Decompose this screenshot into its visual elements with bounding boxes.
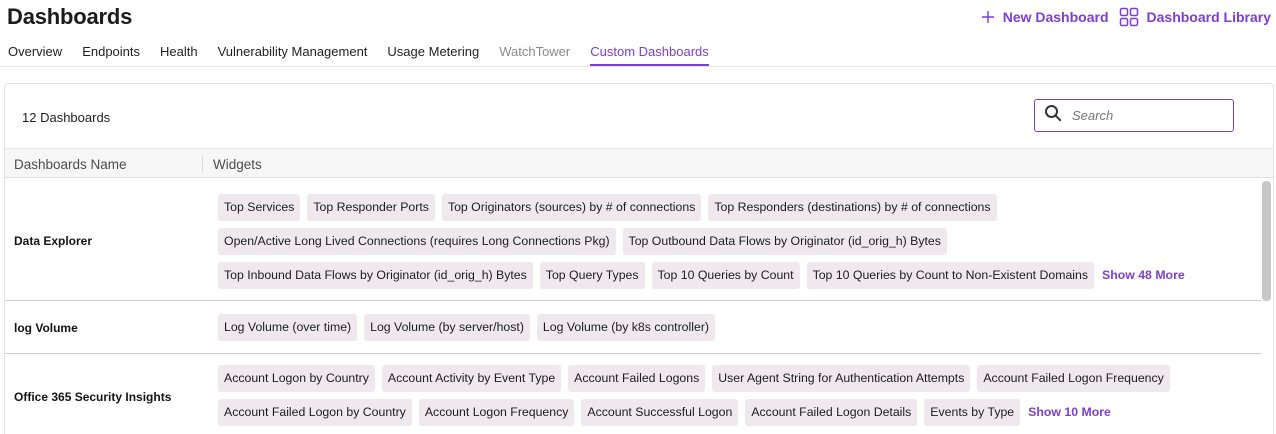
widget-chip[interactable]: Account Logon Frequency	[418, 399, 575, 426]
dashboard-library-label: Dashboard Library	[1146, 9, 1271, 25]
widget-chip[interactable]: Account Logon by Country	[218, 365, 375, 392]
widget-chip[interactable]: Account Failed Logon by Country	[218, 399, 412, 426]
widget-chip[interactable]: Events by Type	[924, 399, 1021, 426]
dashboards-panel: 12 Dashboards Dashboards Name Widgets Da…	[4, 83, 1274, 434]
plus-icon	[981, 10, 995, 24]
widget-chip[interactable]: Account Activity by Event Type	[381, 365, 562, 392]
new-dashboard-label: New Dashboard	[1002, 9, 1109, 25]
dashboard-name[interactable]: Data Explorer	[14, 234, 92, 248]
widget-chip[interactable]: Account Failed Logons	[568, 365, 706, 392]
widget-chip[interactable]: Top Query Types	[539, 262, 645, 289]
table-row[interactable]: Data Explorer Top Services Top Responder…	[5, 179, 1261, 301]
table-row[interactable]: log Volume Log Volume (over time) Log Vo…	[5, 302, 1261, 354]
tab-watchtower[interactable]: WatchTower	[499, 44, 570, 66]
widget-list: Account Logon by Country Account Activit…	[218, 365, 1248, 426]
vertical-scrollbar[interactable]	[1262, 181, 1271, 301]
widget-chip[interactable]: Account Failed Logon Frequency	[977, 365, 1170, 392]
dashboard-name[interactable]: Office 365 Security Insights	[14, 390, 171, 404]
dashboard-name[interactable]: log Volume	[14, 321, 78, 335]
table-row[interactable]: Office 365 Security Insights Account Log…	[5, 355, 1261, 434]
header-actions: New Dashboard Dashboard Library	[981, 7, 1271, 27]
tab-custom-dashboards[interactable]: Custom Dashboards	[590, 44, 709, 66]
widget-chip[interactable]: Account Successful Logon	[581, 399, 739, 426]
show-more-link[interactable]: Show 48 More	[1101, 262, 1185, 289]
tab-usage-metering[interactable]: Usage Metering	[387, 44, 479, 66]
widget-chip[interactable]: Log Volume (by server/host)	[364, 314, 530, 341]
column-header-widgets: Widgets	[213, 157, 262, 172]
widget-chip[interactable]: Top 10 Queries by Count	[651, 262, 800, 289]
widget-chip[interactable]: Log Volume (by k8s controller)	[536, 314, 716, 341]
tab-vulnerability-management[interactable]: Vulnerability Management	[218, 44, 368, 66]
tab-bar: Overview Endpoints Health Vulnerability …	[8, 44, 709, 66]
table-header: Dashboards Name Widgets	[5, 148, 1273, 178]
show-more-link[interactable]: Show 10 More	[1027, 399, 1111, 426]
widget-chip[interactable]: Top Outbound Data Flows by Originator (i…	[622, 228, 947, 255]
widget-chip[interactable]: User Agent String for Authentication Att…	[712, 365, 971, 392]
dashboard-count: 12 Dashboards	[22, 110, 111, 125]
column-divider	[202, 156, 203, 172]
widget-chip[interactable]: Open/Active Long Lived Connections (requ…	[218, 228, 616, 255]
widget-chip[interactable]: Log Volume (over time)	[218, 314, 358, 341]
widget-chip[interactable]: Top Responders (destinations) by # of co…	[708, 194, 997, 221]
tabs-divider	[0, 66, 1276, 67]
search-input[interactable]	[1072, 108, 1222, 123]
tab-overview[interactable]: Overview	[8, 44, 62, 66]
widget-chip[interactable]: Account Failed Logon Details	[745, 399, 918, 426]
dashboard-library-button[interactable]: Dashboard Library	[1119, 7, 1271, 27]
widget-chip[interactable]: Top Responder Ports	[307, 194, 435, 221]
search-box[interactable]	[1034, 99, 1234, 132]
page-title: Dashboards	[7, 4, 133, 29]
tab-endpoints[interactable]: Endpoints	[82, 44, 140, 66]
grid-icon	[1119, 7, 1139, 27]
widget-chip[interactable]: Top Originators (sources) by # of connec…	[441, 194, 702, 221]
widget-list: Top Services Top Responder Ports Top Ori…	[218, 194, 1248, 289]
widget-chip[interactable]: Top 10 Queries by Count to Non-Existent …	[806, 262, 1095, 289]
search-icon	[1044, 104, 1062, 127]
widget-chip[interactable]: Top Inbound Data Flows by Originator (id…	[218, 262, 533, 289]
widget-chip[interactable]: Top Services	[218, 194, 301, 221]
column-header-name[interactable]: Dashboards Name	[14, 157, 127, 172]
new-dashboard-button[interactable]: New Dashboard	[981, 9, 1109, 25]
tab-health[interactable]: Health	[160, 44, 198, 66]
widget-list: Log Volume (over time) Log Volume (by se…	[218, 314, 1248, 341]
